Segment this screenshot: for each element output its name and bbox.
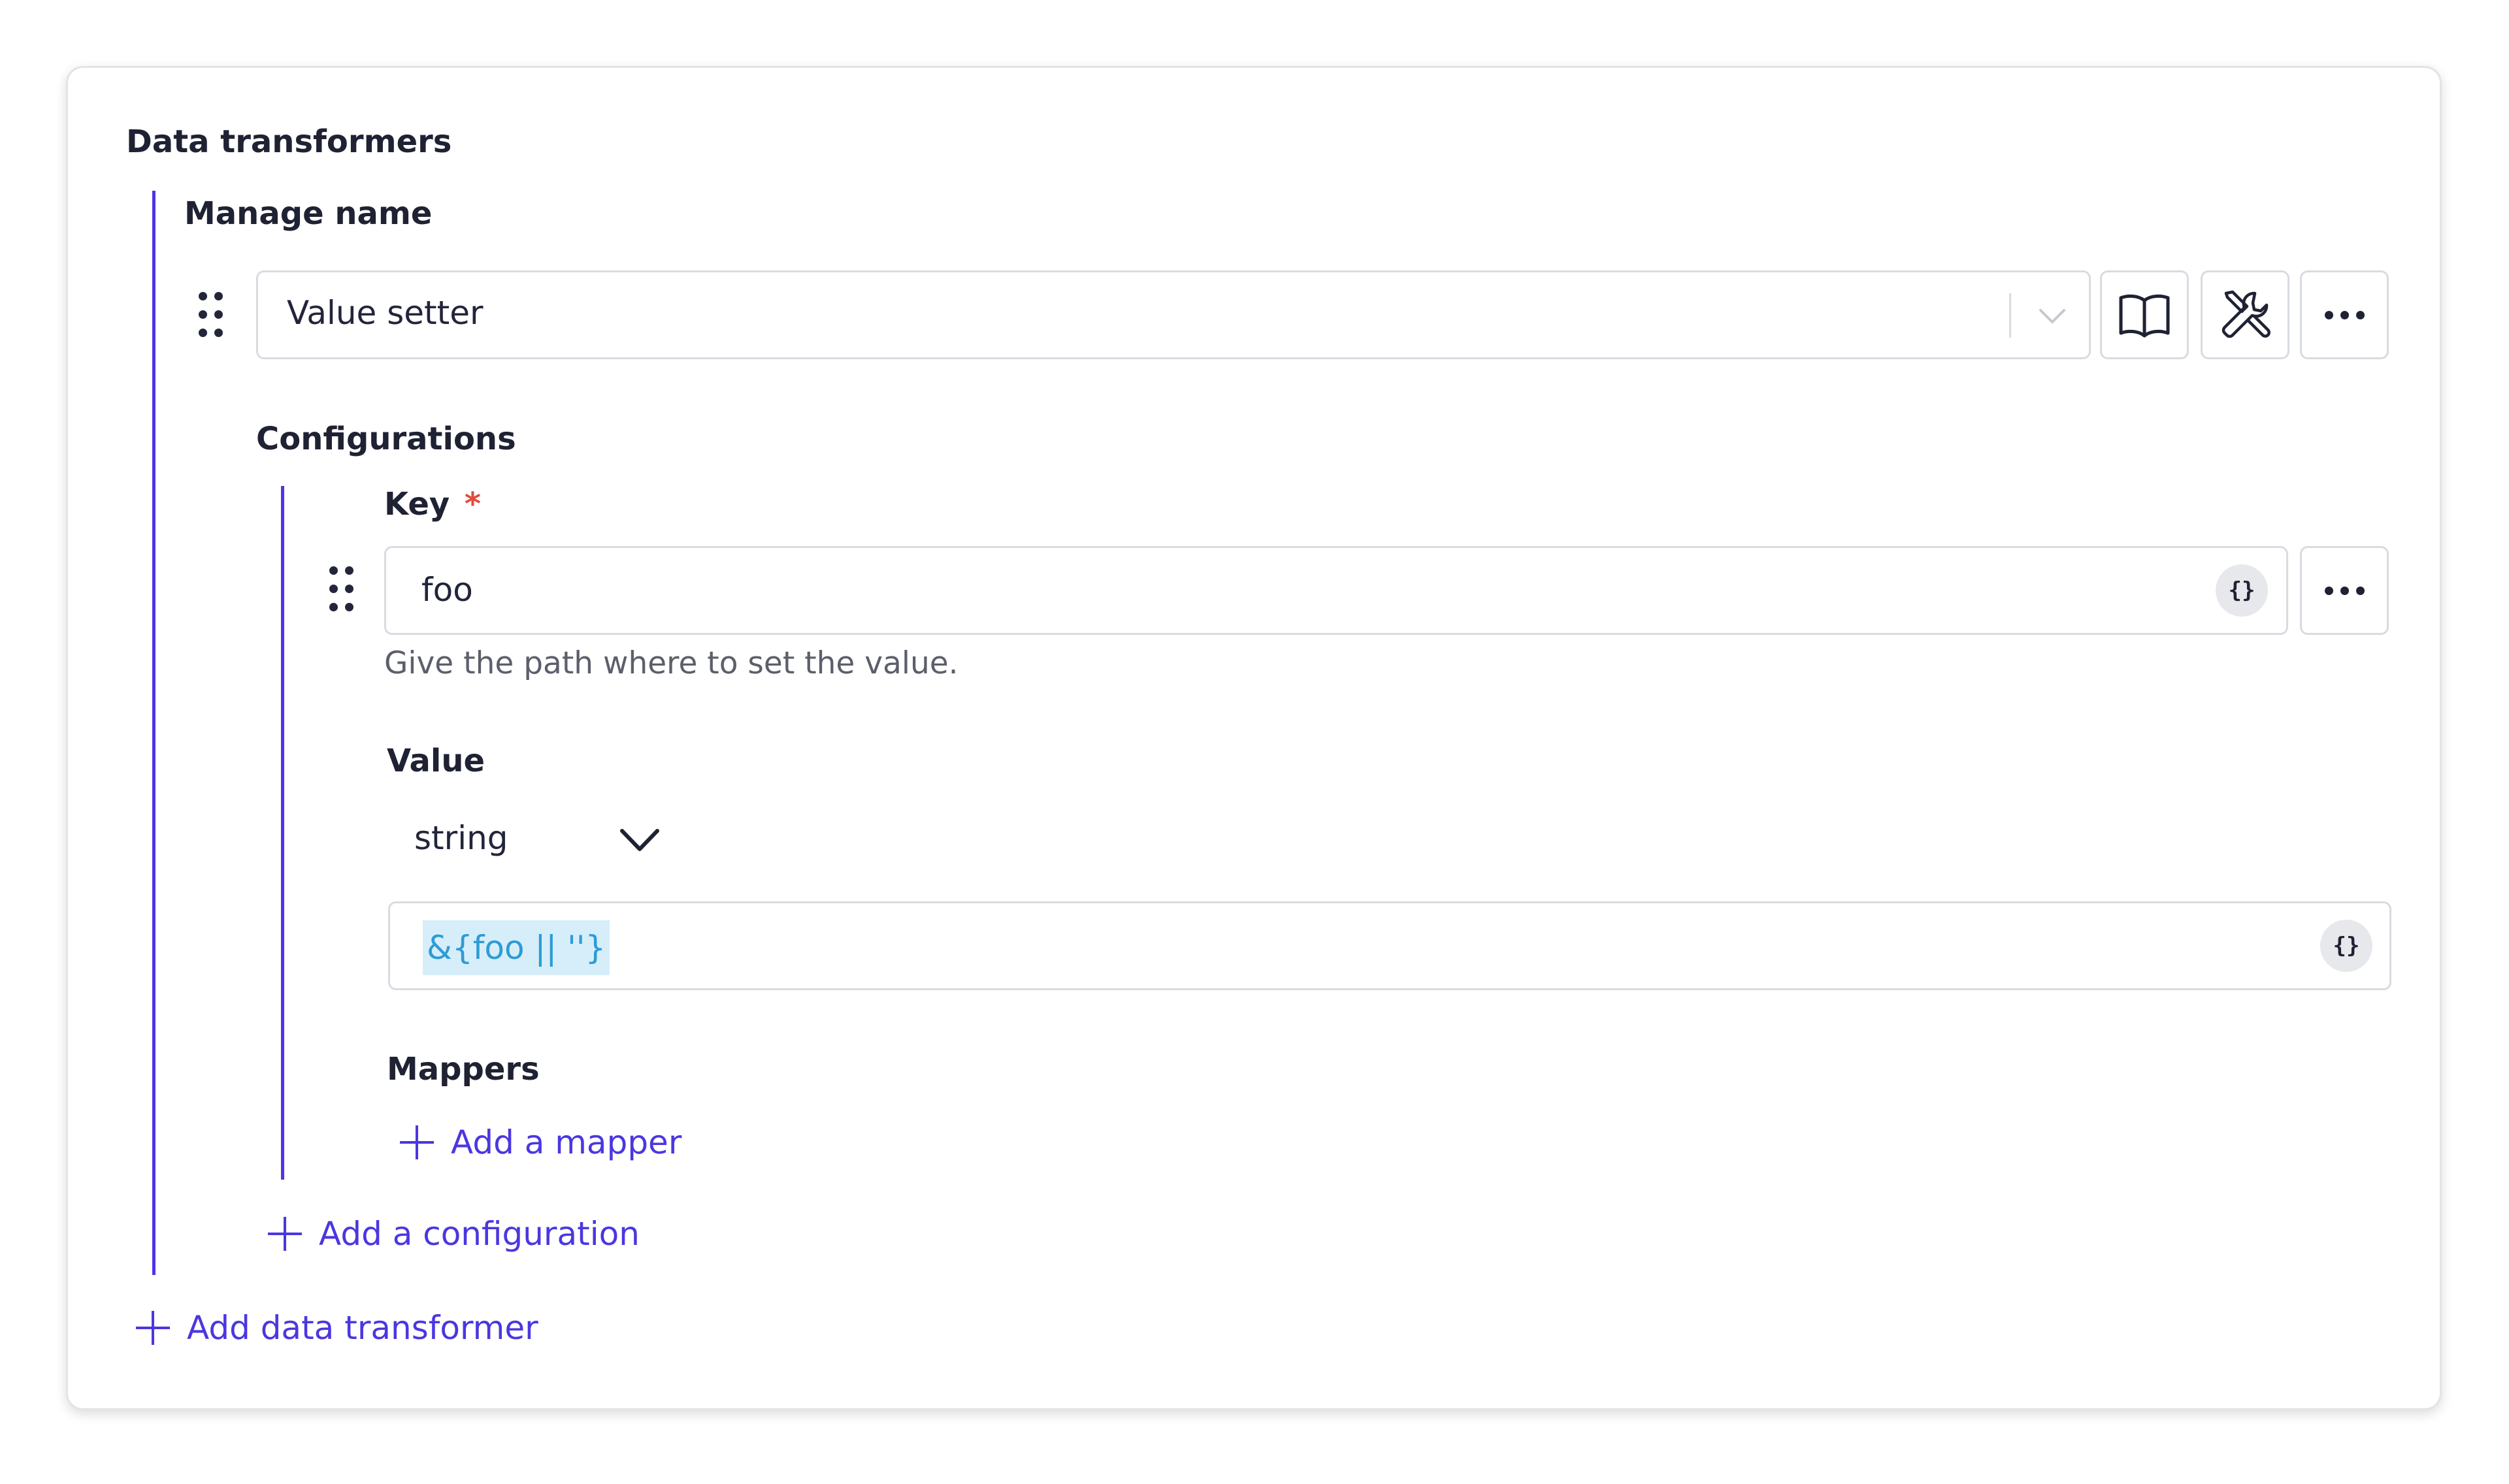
add-data-transformer-button[interactable]: Add data transformer xyxy=(136,1309,538,1347)
expression-toggle-button[interactable]: {} xyxy=(2320,920,2372,972)
section-title: Data transformers xyxy=(126,123,452,160)
book-open-icon xyxy=(2119,294,2170,338)
plus-icon xyxy=(136,1311,170,1345)
value-label: Value xyxy=(387,743,485,779)
add-mapper-button[interactable]: Add a mapper xyxy=(400,1123,681,1161)
configurations-label: Configurations xyxy=(256,421,516,457)
add-mapper-label: Add a mapper xyxy=(451,1123,682,1161)
drag-handle-icon[interactable] xyxy=(329,566,355,612)
value-expression-text: &{foo || ''} xyxy=(423,920,610,975)
mappers-label: Mappers xyxy=(387,1051,540,1088)
value-expression-input[interactable]: &{foo || ''} {} xyxy=(388,901,2391,990)
key-label: Key * xyxy=(384,486,481,523)
data-transformers-panel: Data transformers Manage name Value sett… xyxy=(66,66,2442,1410)
more-horizontal-icon xyxy=(2324,586,2365,595)
add-configuration-button[interactable]: Add a configuration xyxy=(268,1215,640,1253)
drag-handle-icon[interactable] xyxy=(199,292,225,338)
key-input[interactable]: foo {} xyxy=(384,546,2288,635)
key-hint: Give the path where to set the value. xyxy=(384,645,959,681)
key-input-value: foo xyxy=(421,571,473,609)
more-horizontal-icon xyxy=(2324,310,2365,319)
expression-toggle-button[interactable]: {} xyxy=(2216,564,2268,617)
chevron-down-icon xyxy=(620,829,659,851)
tools-icon xyxy=(2222,290,2271,338)
transformer-type-select[interactable]: Value setter xyxy=(256,270,2091,359)
value-type-dropdown[interactable]: string xyxy=(414,813,689,865)
manage-name-label: Manage name xyxy=(184,195,433,232)
key-label-text: Key xyxy=(384,486,450,523)
required-mark: * xyxy=(464,486,482,523)
value-type-text: string xyxy=(414,819,508,857)
plus-icon xyxy=(400,1125,434,1159)
add-data-transformer-label: Add data transformer xyxy=(187,1309,538,1347)
add-configuration-label: Add a configuration xyxy=(319,1215,640,1253)
key-more-button[interactable] xyxy=(2300,546,2389,635)
transformer-tree-line xyxy=(152,191,156,1275)
chevron-down-icon xyxy=(2039,309,2065,323)
plus-icon xyxy=(268,1217,302,1251)
select-divider xyxy=(2009,293,2011,338)
tools-button[interactable] xyxy=(2201,270,2289,359)
configuration-tree-line xyxy=(281,486,284,1180)
transformer-more-button[interactable] xyxy=(2300,270,2389,359)
transformer-type-value: Value setter xyxy=(287,294,484,332)
docs-button[interactable] xyxy=(2100,270,2189,359)
